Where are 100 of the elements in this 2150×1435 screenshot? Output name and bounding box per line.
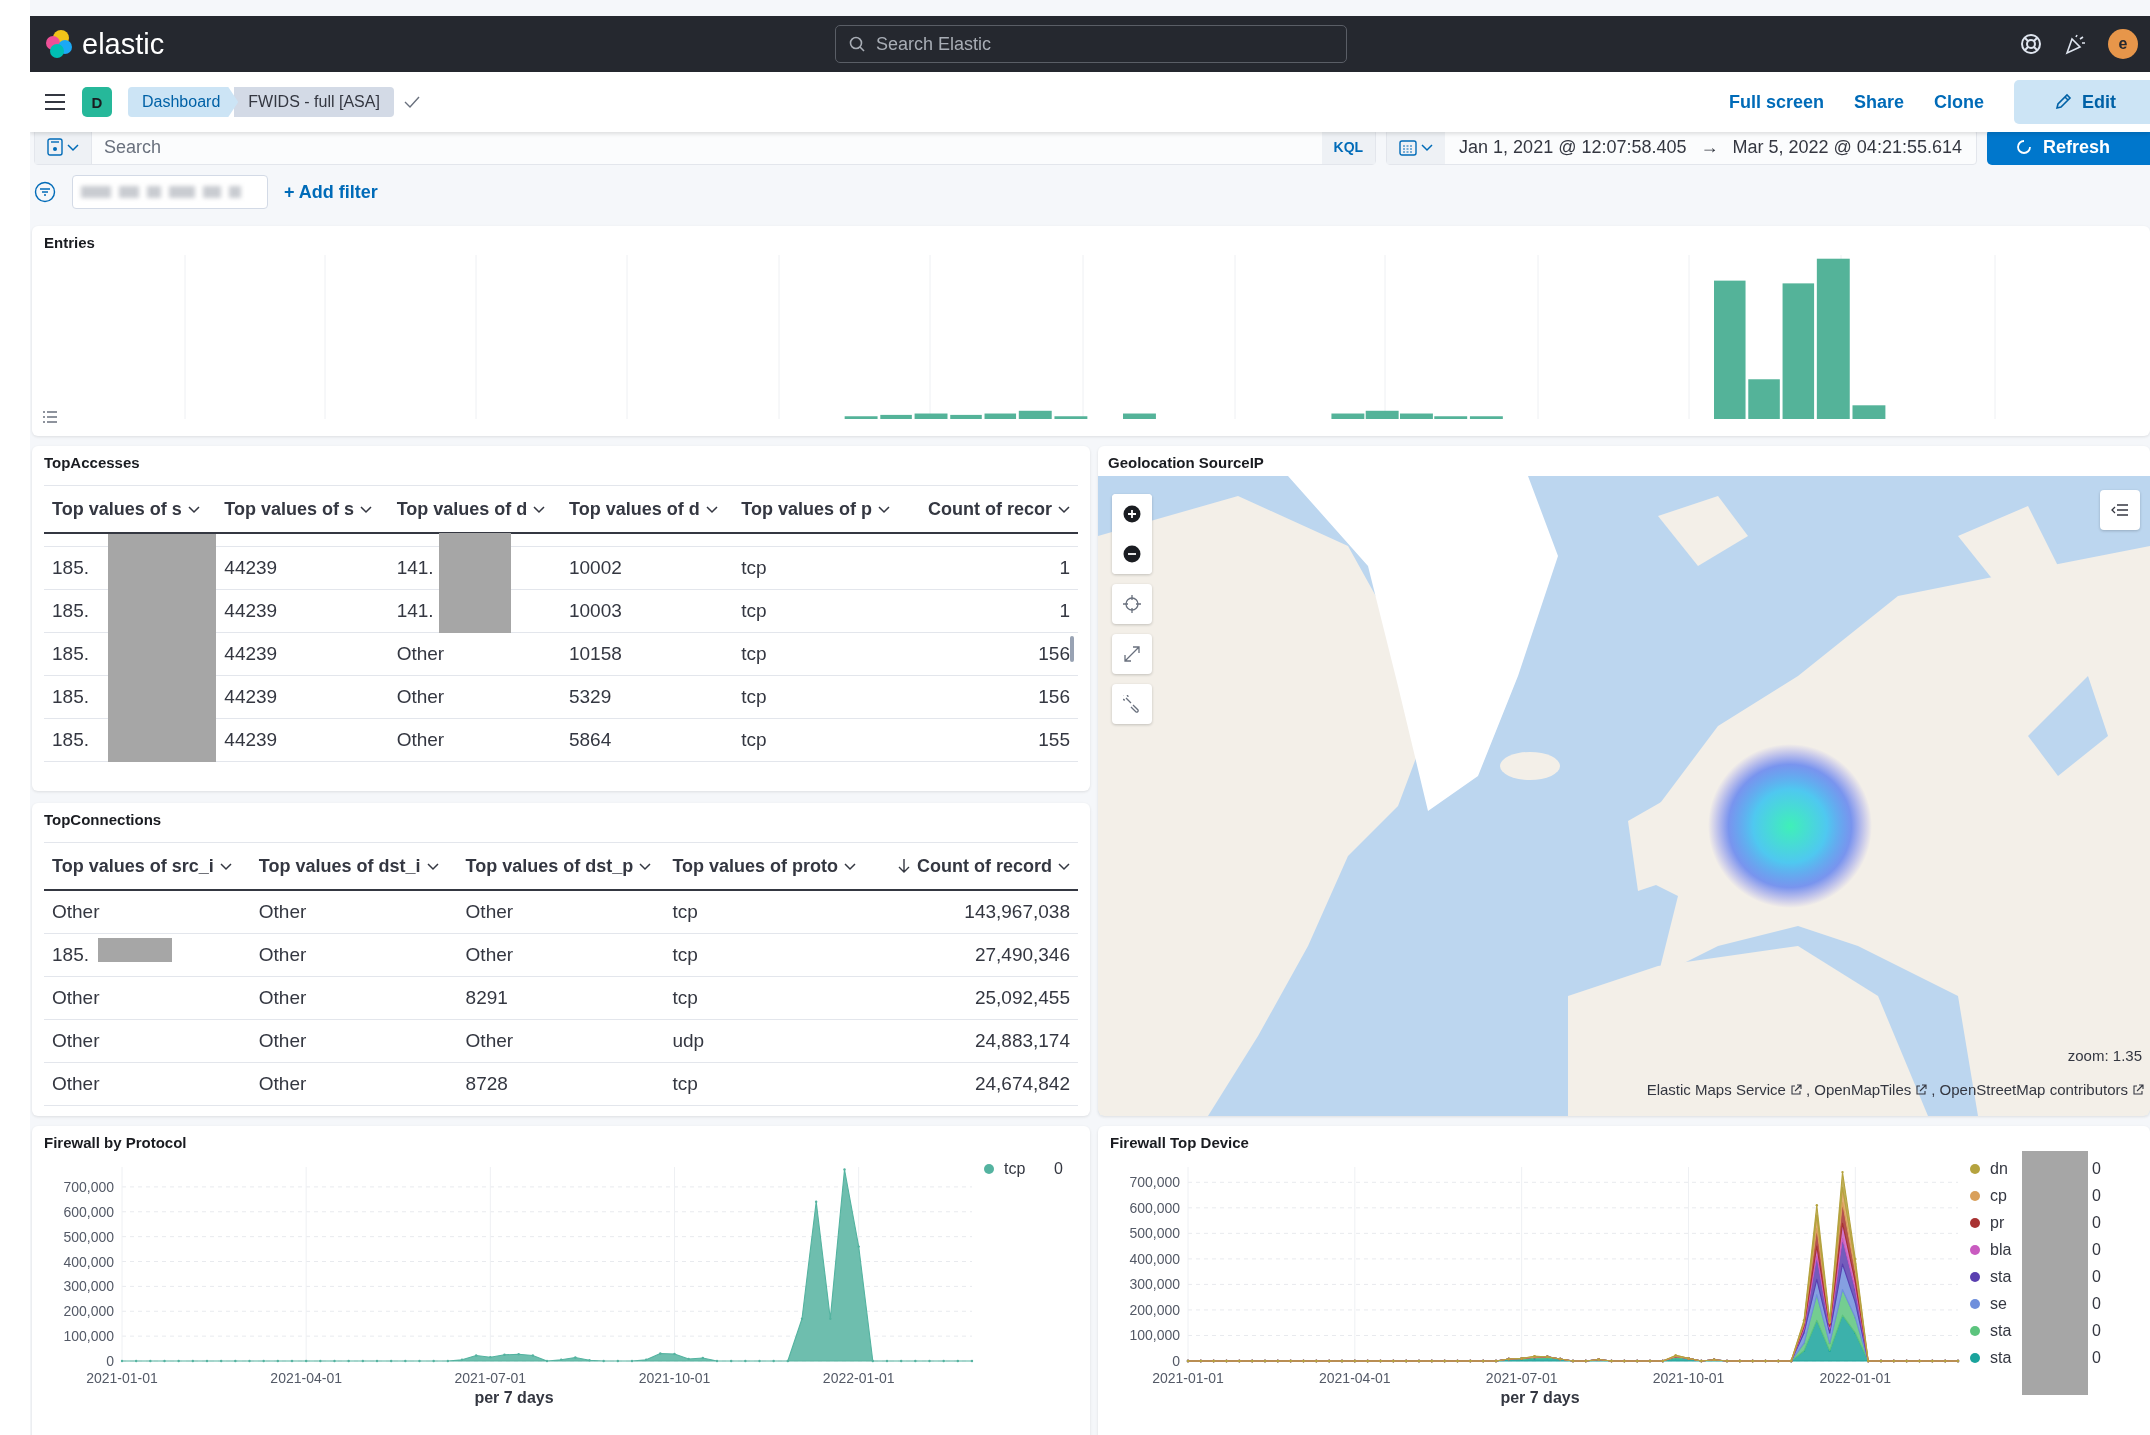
table-cell: Other <box>388 676 561 719</box>
table-cell: 44239 <box>216 547 389 590</box>
axis-label: 0 <box>106 1353 114 1369</box>
panel-title: Geolocation SourceIP <box>1108 454 1264 471</box>
axis-label: 400,000 <box>1129 1250 1180 1267</box>
legend-value: 0 <box>2092 1214 2101 1232</box>
axis-label: 100,000 <box>63 1328 114 1345</box>
axis-label: 2021-01-01 <box>1152 1370 1224 1386</box>
table-cell: Other <box>250 1020 458 1063</box>
breadcrumb: FWIDS - full [ASA] <box>234 87 394 117</box>
table-cell: Other <box>44 1020 251 1063</box>
axis-label: 2022-01-01 <box>1819 1370 1892 1386</box>
table-cell: Other <box>44 977 251 1020</box>
table-cell: 5329 <box>561 676 734 719</box>
panel-title: Firewall by Protocol <box>44 1134 188 1151</box>
panel-title: Entries <box>44 234 96 251</box>
logo-text: elastic <box>82 27 165 61</box>
table-cell: 185. <box>44 719 217 762</box>
axis-label: 700,000 <box>63 1178 114 1195</box>
table-cell: tcp <box>733 719 906 762</box>
legend-value: 0 <box>2092 1322 2101 1340</box>
legend-value: 0 <box>2092 1187 2101 1205</box>
axis-label: 700,000 <box>1129 1174 1180 1191</box>
table-cell: 8291 <box>457 977 665 1020</box>
table-cell: udp <box>664 1020 872 1063</box>
table-cell: 185. <box>44 633 217 676</box>
axis-label: 400,000 <box>63 1253 114 1270</box>
table-cell: 24,883,174 <box>871 1020 1078 1063</box>
table-cell: 5864 <box>561 719 734 762</box>
axis-label: 2021-01-01 <box>86 1370 158 1386</box>
table-cell: 10002 <box>561 547 734 590</box>
table-cell: 44239 <box>216 676 389 719</box>
table-cell: 143,967,038 <box>871 891 1078 934</box>
table-cell: 10158 <box>561 633 734 676</box>
axis-label: 500,000 <box>63 1228 114 1245</box>
legend-value: 0 <box>2092 1349 2101 1367</box>
axis-title: per 7 days <box>1500 1389 1580 1407</box>
panel-title: TopConnections <box>44 811 163 828</box>
table-cell: 10003 <box>561 590 734 633</box>
table-cell: Other <box>250 891 458 934</box>
panel-title: TopAccesses <box>44 454 141 471</box>
table-cell: 44239 <box>216 719 389 762</box>
table-cell: tcp <box>733 676 906 719</box>
table-cell: Other <box>44 1063 251 1106</box>
legend-value: 0 <box>2092 1241 2101 1259</box>
table-cell: tcp <box>733 547 906 590</box>
axis-label: 600,000 <box>63 1203 114 1220</box>
table-cell: 185. <box>44 590 217 633</box>
table-cell: 44239 <box>216 633 389 676</box>
table-cell: 185. <box>44 934 251 977</box>
axis-label: 200,000 <box>1129 1301 1180 1318</box>
zoom-level: zoom: 1.35 <box>2067 1047 2142 1064</box>
table-cell: 141. <box>388 590 561 633</box>
table-cell: 27,490,346 <box>871 934 1078 977</box>
table-cell: 24,674,842 <box>871 1063 1078 1106</box>
legend-value: 0 <box>2092 1268 2101 1286</box>
axis-label: 600,000 <box>1129 1199 1180 1216</box>
arrow-text: → <box>1700 136 1719 158</box>
axis-label: 300,000 <box>1129 1276 1180 1293</box>
axis-label: 500,000 <box>1129 1225 1180 1242</box>
table-cell: Other <box>388 633 561 676</box>
legend-value: 0 <box>2092 1160 2101 1178</box>
table-cell: 185. <box>44 676 217 719</box>
panel-title: Firewall Top Device <box>1110 1134 1250 1151</box>
table-cell: Other <box>250 977 458 1020</box>
axis-label: 2021-07-01 <box>454 1370 527 1386</box>
table-cell: Other <box>250 1063 458 1106</box>
axis-label: 0 <box>1172 1353 1180 1369</box>
table-cell: 25,092,455 <box>871 977 1078 1020</box>
table-cell: tcp <box>733 590 906 633</box>
table-cell: tcp <box>664 1063 872 1106</box>
axis-label: 2022-01-01 <box>822 1370 895 1386</box>
axis-label: 2021-04-01 <box>1319 1370 1391 1386</box>
axis-label: 200,000 <box>63 1303 114 1320</box>
table-cell: Other <box>457 934 665 977</box>
table-cell: tcp <box>664 977 872 1020</box>
table-cell: 1 <box>905 590 1078 633</box>
table-cell: 185. <box>44 547 217 590</box>
legend-value: 0 <box>1054 1160 1063 1178</box>
table-cell: Other <box>388 719 561 762</box>
table-cell: 155 <box>905 719 1078 762</box>
axis-label: 100,000 <box>1129 1327 1180 1344</box>
axis-label: 2021-10-01 <box>1652 1370 1725 1386</box>
table-cell: tcp <box>664 891 872 934</box>
table-cell: Other <box>250 934 458 977</box>
table-cell: Other <box>44 891 251 934</box>
axis-label: 300,000 <box>63 1278 114 1295</box>
table-cell: 8728 <box>457 1063 665 1106</box>
axis-title: per 7 days <box>474 1389 554 1407</box>
table-cell: 156 <box>905 676 1078 719</box>
axis-label: 2021-07-01 <box>1485 1370 1558 1386</box>
table-cell: tcp <box>733 633 906 676</box>
table-cell: tcp <box>664 934 872 977</box>
table-cell: Other <box>457 891 665 934</box>
table-cell: 44239 <box>216 590 389 633</box>
axis-label: 2021-10-01 <box>638 1370 711 1386</box>
axis-label: 2021-04-01 <box>270 1370 342 1386</box>
table-cell: 141. <box>388 547 561 590</box>
legend-value: 0 <box>2092 1295 2101 1313</box>
table-cell: 1 <box>905 547 1078 590</box>
